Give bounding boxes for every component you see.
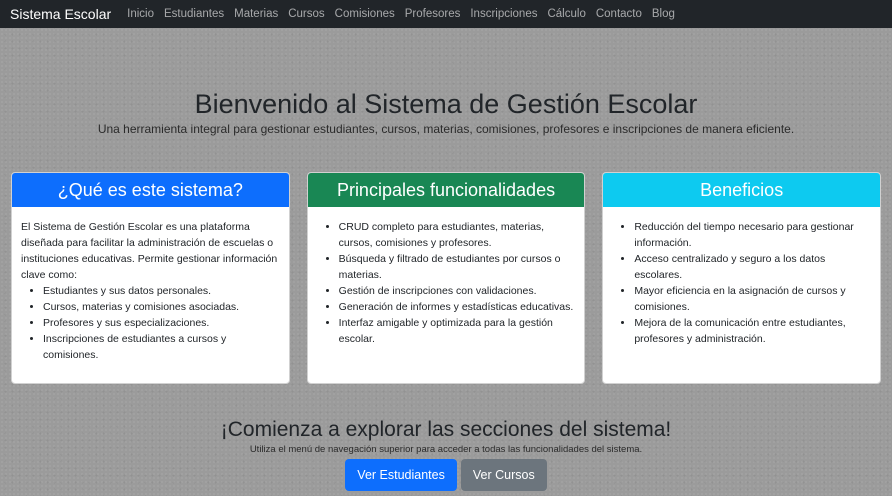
nav-item-cursos[interactable]: Cursos: [288, 8, 324, 20]
hero-section: Bienvenido al Sistema de Gestión Escolar…: [0, 89, 892, 136]
list-item: Interfaz amigable y optimizada para la g…: [339, 315, 576, 347]
nav-item-inicio[interactable]: Inicio: [127, 8, 154, 20]
top-navbar: Sistema Escolar Inicio Estudiantes Mater…: [0, 0, 892, 28]
card-body-que-es: El Sistema de Gestión Escolar es una pla…: [12, 207, 289, 363]
cta-section: ¡Comienza a explorar las secciones del s…: [0, 418, 892, 491]
card-list: CRUD completo para estudiantes, materias…: [317, 219, 576, 347]
navbar-brand[interactable]: Sistema Escolar: [10, 6, 111, 22]
list-item: Mejora de la comunicación entre estudian…: [634, 315, 871, 347]
nav-item-materias[interactable]: Materias: [234, 8, 278, 20]
card-beneficios: Beneficios Reducción del tiempo necesari…: [602, 172, 882, 384]
card-body-funcionalidades: CRUD completo para estudiantes, materias…: [308, 207, 585, 347]
card-body-beneficios: Reducción del tiempo necesario para gest…: [603, 207, 880, 347]
list-item: Mayor eficiencia en la asignación de cur…: [634, 283, 871, 315]
cta-subtitle: Utiliza el menú de navegación superior p…: [249, 444, 643, 455]
card-header-funcionalidades: Principales funcionalidades: [307, 173, 585, 207]
list-item: Gestión de inscripciones con validacione…: [339, 283, 576, 299]
nav-item-estudiantes[interactable]: Estudiantes: [164, 8, 224, 20]
card-que-es: ¿Qué es este sistema? El Sistema de Gest…: [11, 172, 290, 384]
card-list: Estudiantes y sus datos personales. Curs…: [21, 283, 280, 363]
cta-buttons: Ver Estudiantes Ver Cursos: [0, 459, 892, 491]
nav-menu: Inicio Estudiantes Materias Cursos Comis…: [127, 8, 675, 20]
nav-item-profesores[interactable]: Profesores: [405, 8, 461, 20]
ver-cursos-button[interactable]: Ver Cursos: [460, 459, 547, 491]
nav-item-inscripciones[interactable]: Inscripciones: [470, 8, 537, 20]
page-subtitle: Una herramienta integral para gestionar …: [97, 121, 795, 136]
list-item: Acceso centralizado y seguro a los datos…: [634, 251, 871, 283]
card-list: Reducción del tiempo necesario para gest…: [612, 219, 871, 347]
list-item: Búsqueda y filtrado de estudiantes por c…: [339, 251, 576, 283]
list-item: CRUD completo para estudiantes, materias…: [339, 219, 576, 251]
card-intro-text: El Sistema de Gestión Escolar es una pla…: [21, 221, 278, 281]
ver-estudiantes-button[interactable]: Ver Estudiantes: [345, 459, 457, 491]
list-item: Cursos, materias y comisiones asociadas.: [43, 299, 280, 315]
cta-title: ¡Comienza a explorar las secciones del s…: [220, 418, 672, 441]
list-item: Estudiantes y sus datos personales.: [43, 283, 280, 299]
card-header-que-es: ¿Qué es este sistema?: [12, 173, 289, 207]
list-item: Profesores y sus especializaciones.: [43, 315, 280, 331]
list-item: Generación de informes y estadísticas ed…: [339, 299, 576, 315]
nav-item-comisiones[interactable]: Comisiones: [335, 8, 395, 20]
list-item: Reducción del tiempo necesario para gest…: [634, 219, 871, 251]
nav-item-blog[interactable]: Blog: [652, 8, 675, 20]
page-title: Bienvenido al Sistema de Gestión Escolar: [194, 89, 698, 119]
nav-item-contacto[interactable]: Contacto: [596, 8, 642, 20]
list-item: Inscripciones de estudiantes a cursos y …: [43, 331, 280, 363]
card-funcionalidades: Principales funcionalidades CRUD complet…: [306, 172, 586, 384]
info-cards: ¿Qué es este sistema? El Sistema de Gest…: [11, 172, 882, 384]
nav-item-calculo[interactable]: Cálculo: [547, 8, 585, 20]
card-header-beneficios: Beneficios: [603, 173, 881, 207]
